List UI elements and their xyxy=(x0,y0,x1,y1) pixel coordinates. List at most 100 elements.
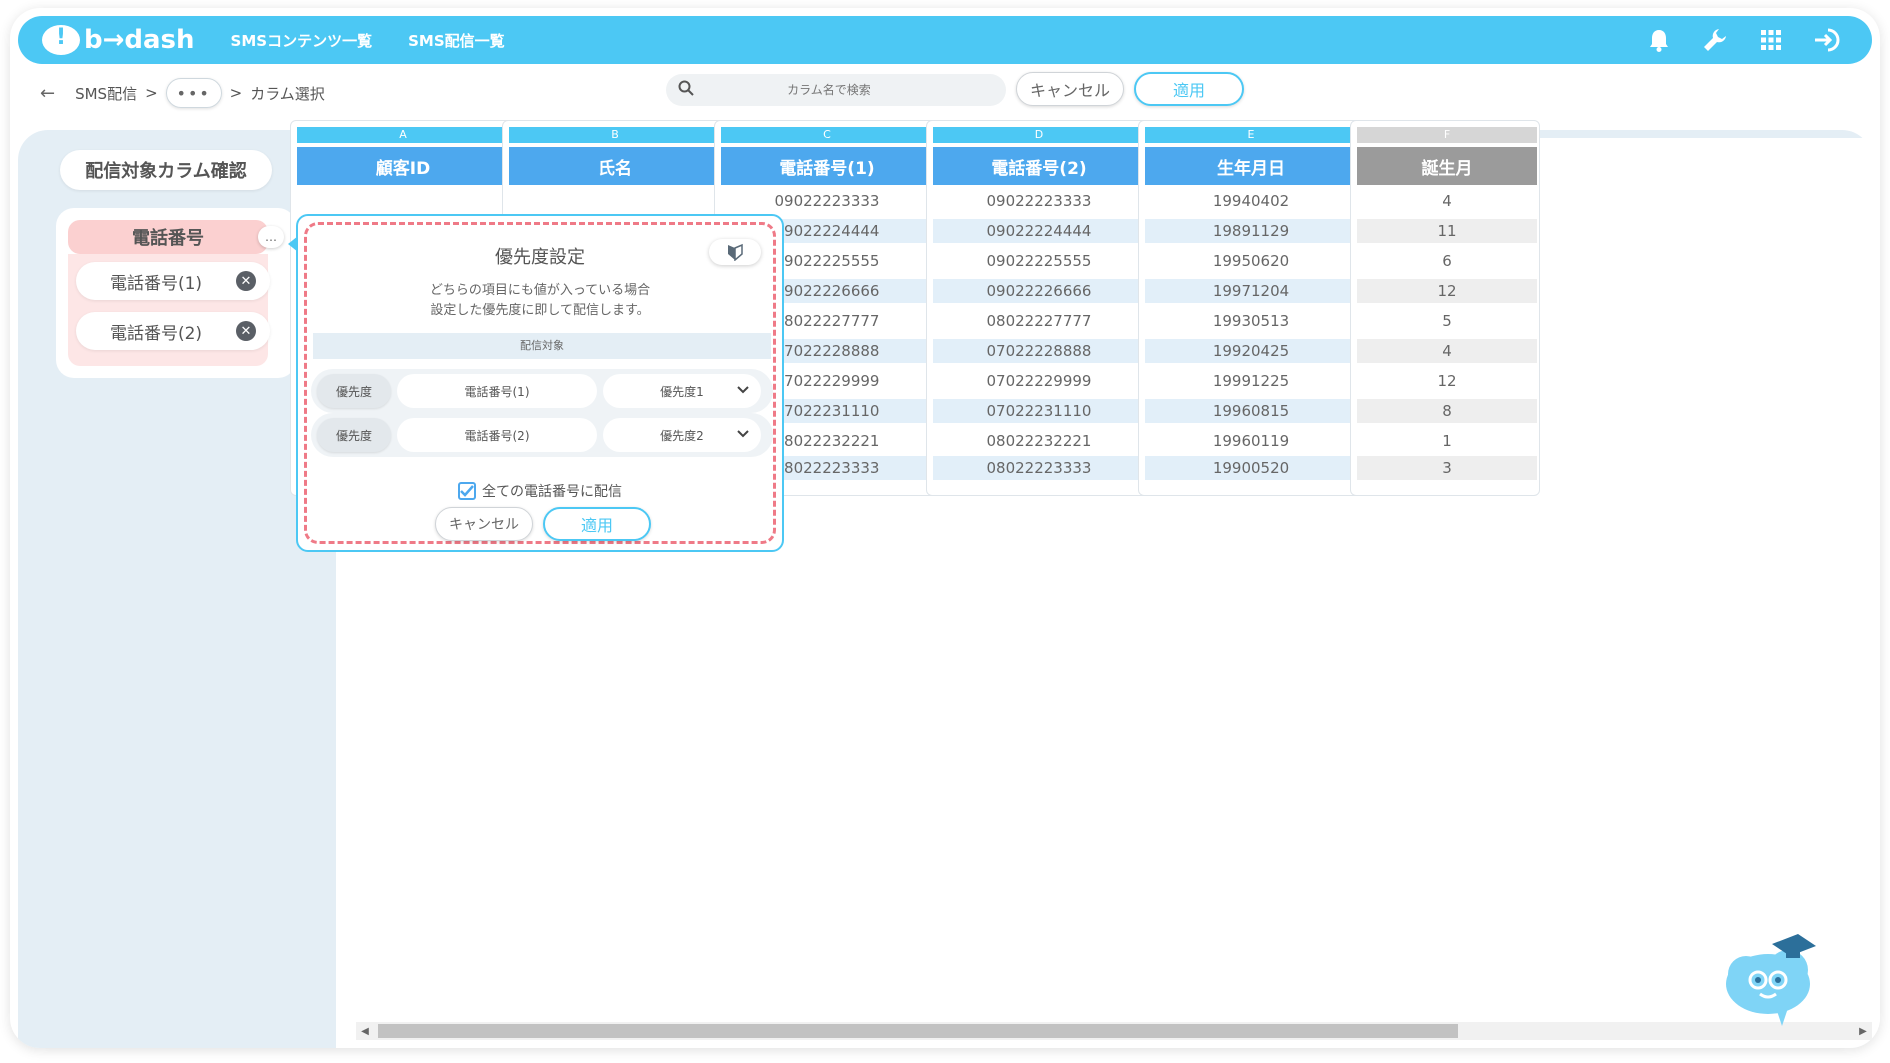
horizontal-scrollbar[interactable]: ◀ ▶ xyxy=(356,1022,1872,1040)
bdash-logo[interactable]: b→dash xyxy=(42,25,195,55)
app-window: b→dash SMSコンテンツ一覧 SMS配信一覧 ← SMS配信 > ••• … xyxy=(10,8,1880,1048)
table-cell: 12 xyxy=(1437,372,1457,390)
popup-apply-button[interactable]: 適用 xyxy=(543,507,651,541)
target-column-panel: 電話番号 … 電話番号(1) ✕ 電話番号(2) ✕ xyxy=(56,208,296,378)
delivery-target-header: 配信対象 xyxy=(313,333,771,359)
breadcrumb-root[interactable]: SMS配信 xyxy=(75,83,137,104)
chevron-down-icon xyxy=(737,383,749,398)
priority-field-name: 電話番号(1) xyxy=(397,374,597,408)
breadcrumb-more-button[interactable]: ••• xyxy=(165,78,222,108)
table-cell: 07022228888 xyxy=(933,339,1145,363)
table-cell: 8 xyxy=(1357,399,1537,423)
scroll-left-arrow-icon[interactable]: ◀ xyxy=(356,1022,374,1040)
search-icon xyxy=(678,80,694,100)
table-cell: 6 xyxy=(1442,252,1452,270)
group-menu-button[interactable]: … xyxy=(258,226,284,248)
remove-icon[interactable]: ✕ xyxy=(236,321,256,341)
table-cell: 19991225 xyxy=(1212,372,1290,390)
table-column: E 生年月日 19940402 19891129 19950620 19971204 199… xyxy=(1138,120,1364,496)
priority-select-value: 優先度1 xyxy=(660,384,704,399)
table-cell: 09022225555 xyxy=(986,252,1092,270)
beginner-guide-icon[interactable] xyxy=(709,239,761,265)
column-header[interactable]: 電話番号(1) xyxy=(721,147,933,185)
column-chip[interactable]: 電話番号(1) ✕ xyxy=(76,262,270,300)
column-group-body: 電話番号(1) ✕ 電話番号(2) ✕ xyxy=(68,254,270,366)
chevron-down-icon xyxy=(737,427,749,442)
column-header[interactable]: 氏名 xyxy=(509,147,721,185)
table-cell: 19900520 xyxy=(1145,456,1357,480)
priority-field-name: 電話番号(2) xyxy=(397,418,597,452)
column-header[interactable]: 誕生月 xyxy=(1357,147,1537,185)
breadcrumb: ← SMS配信 > ••• > カラム選択 xyxy=(40,78,325,108)
table-cell: 1 xyxy=(1442,432,1452,450)
column-search-box xyxy=(666,74,1006,106)
table-cell: 07022231110 xyxy=(933,399,1145,423)
priority-row: 優先度 電話番号(1) 優先度1 xyxy=(311,369,773,413)
table-cell: 11 xyxy=(1357,219,1537,243)
popup-highlight-outline: 優先度設定 どちらの項目にも値が入っている場合 設定した優先度に即して配信します… xyxy=(304,222,776,544)
priority-row: 優先度 電話番号(2) 優先度2 xyxy=(311,413,773,457)
table-cell: 5 xyxy=(1442,312,1452,330)
table-cell: 4 xyxy=(1442,192,1452,210)
back-arrow-icon[interactable]: ← xyxy=(40,83,55,104)
scroll-thumb[interactable] xyxy=(378,1024,1458,1038)
priority-settings-popup: 優先度設定 どちらの項目にも値が入っている場合 設定した優先度に即して配信します… xyxy=(288,214,784,552)
column-header[interactable]: 生年月日 xyxy=(1145,147,1357,185)
column-chip-label: 電話番号(1) xyxy=(109,273,203,294)
popup-description-line: 設定した優先度に即して配信します。 xyxy=(430,303,650,318)
priority-label: 優先度 xyxy=(317,418,391,452)
table-cell: 3 xyxy=(1357,456,1537,480)
column-chip[interactable]: 電話番号(2) ✕ xyxy=(76,312,270,350)
popup-cancel-button[interactable]: キャンセル xyxy=(435,507,533,541)
cancel-button[interactable]: キャンセル xyxy=(1016,72,1124,106)
assistant-mascot-icon[interactable] xyxy=(1716,922,1826,1032)
table-cell: 09022223333 xyxy=(774,192,880,210)
table-cell: 08022223333 xyxy=(933,456,1145,480)
nav-sms-deliveries[interactable]: SMS配信一覧 xyxy=(408,30,505,51)
breadcrumb-separator: > xyxy=(145,84,158,102)
table-cell: 4 xyxy=(1357,339,1537,363)
table-cell: 09022226666 xyxy=(933,279,1145,303)
top-navigation-bar: b→dash SMSコンテンツ一覧 SMS配信一覧 xyxy=(18,16,1872,64)
table-cell: 19950620 xyxy=(1212,252,1290,270)
grid-icon[interactable] xyxy=(1756,25,1786,55)
table-cell: 09022224444 xyxy=(933,219,1145,243)
wrench-icon[interactable] xyxy=(1700,25,1730,55)
popup-title: 優先度設定 xyxy=(495,247,585,268)
sidebar-title: 配信対象カラム確認 xyxy=(60,150,272,190)
scroll-right-arrow-icon[interactable]: ▶ xyxy=(1854,1022,1872,1040)
remove-icon[interactable]: ✕ xyxy=(236,271,256,291)
bell-icon[interactable] xyxy=(1644,25,1674,55)
table-cell: 19891129 xyxy=(1145,219,1357,243)
column-group-header[interactable]: 電話番号 xyxy=(68,220,268,254)
top-icon-group xyxy=(1618,25,1842,55)
table-cell: 19920425 xyxy=(1145,339,1357,363)
column-header[interactable]: 電話番号(2) xyxy=(933,147,1145,185)
column-letter: F xyxy=(1357,127,1537,143)
column-letter: C xyxy=(721,127,933,143)
column-letter: E xyxy=(1145,127,1357,143)
priority-label: 優先度 xyxy=(317,374,391,408)
logout-icon[interactable] xyxy=(1812,25,1842,55)
column-chip-label: 電話番号(2) xyxy=(109,323,203,344)
deliver-all-label: 全ての電話番号に配信 xyxy=(482,484,622,500)
table-cell: 09022223333 xyxy=(986,192,1092,210)
table-cell: 19930513 xyxy=(1212,312,1290,330)
table-cell: 07022229999 xyxy=(986,372,1092,390)
priority-select-value: 優先度2 xyxy=(660,428,704,443)
deliver-all-checkbox[interactable] xyxy=(458,482,476,500)
deliver-all-checkbox-row[interactable]: 全ての電話番号に配信 xyxy=(307,481,773,501)
column-letter: B xyxy=(509,127,721,143)
priority-select[interactable]: 優先度2 xyxy=(603,418,761,452)
table-cell: 19940402 xyxy=(1212,192,1290,210)
table-cell: 19960815 xyxy=(1145,399,1357,423)
column-search-input[interactable] xyxy=(694,83,964,97)
table-column: D 電話番号(2) 09022223333 09022224444 0902222555… xyxy=(926,120,1152,496)
priority-select[interactable]: 優先度1 xyxy=(603,374,761,408)
column-header[interactable]: 顧客ID xyxy=(297,147,509,185)
nav-sms-contents[interactable]: SMSコンテンツ一覧 xyxy=(231,30,373,51)
popup-description-line: どちらの項目にも値が入っている場合 xyxy=(429,283,651,298)
breadcrumb-current: カラム選択 xyxy=(250,84,325,103)
apply-button[interactable]: 適用 xyxy=(1134,72,1244,106)
table-cell: 19960119 xyxy=(1212,432,1290,450)
